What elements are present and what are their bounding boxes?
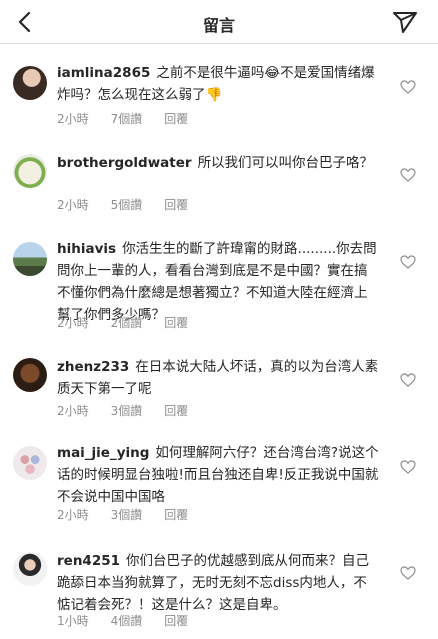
heart-icon[interactable] [400,373,416,387]
comment-time: 1小時 [57,614,89,628]
comment-text-block: zhenz233 在日本说大陆人坏话，真的以为台湾人素质天下第一了呢 [57,356,379,400]
heart-icon[interactable] [400,255,416,269]
comment-likes[interactable]: 3個讚 [111,402,143,419]
comment-meta: 2小時 5個讚 回覆 [57,196,188,213]
heart-icon[interactable] [400,566,416,580]
comment-time: 2小時 [57,316,89,330]
comment-text-block: ren4251 你们台巴子的优越感到底从何而来？自己跪舔日本当狗就算了，无时无刻不… [57,550,379,616]
comment-likes[interactable]: 5個讚 [111,196,143,213]
send-icon[interactable] [392,10,418,34]
comment-text-block: hihiavis 你活生生的斷了許瑋甯的財路.........你去問問你上一輩的人… [57,238,379,326]
reply-button[interactable]: 回覆 [164,402,188,419]
heart-icon[interactable] [400,460,416,474]
reply-button[interactable]: 回覆 [164,196,188,213]
comment-text-block: iamlina2865 之前不是很牛逼吗😂不是爱国情绪爆炸吗？怎么现在这么弱了👎 [57,62,379,106]
comment-time: 2小時 [57,198,89,212]
avatar[interactable] [13,242,47,276]
comment-username[interactable]: mai_jie_ying [57,445,149,461]
comment-username[interactable]: hihiavis [57,241,116,257]
comment-username[interactable]: ren4251 [57,553,120,569]
avatar[interactable] [13,446,47,480]
avatar[interactable] [13,154,47,188]
comment-username[interactable]: iamlina2865 [57,65,150,81]
comment-time: 2小時 [57,508,89,522]
comment-text-block: brothergoldwater 所以我们可以叫你台巴子咯？ [57,152,379,174]
reply-button[interactable]: 回覆 [164,110,188,127]
comment-meta: 2小時 3個讚 回覆 [57,402,188,419]
comment-meta: 2小時 7個讚 回覆 [57,110,188,127]
comment-time: 2小時 [57,112,89,126]
comment-meta: 1小時 4個讚 回覆 [57,612,188,629]
header-bar: 留言 [0,0,438,44]
page-title: 留言 [202,16,235,35]
comment-username[interactable]: brothergoldwater [57,155,192,171]
comment-likes[interactable]: 3個讚 [111,506,143,523]
heart-icon[interactable] [400,80,416,94]
comment-username[interactable]: zhenz233 [57,359,129,375]
comment-likes[interactable]: 4個讚 [111,612,143,629]
comment-likes[interactable]: 7個讚 [111,110,143,127]
reply-button[interactable]: 回覆 [164,612,188,629]
comment-body: 所以我们可以叫你台巴子咯？ [197,155,374,171]
avatar[interactable] [13,358,47,392]
comment-meta: 2小時 3個讚 回覆 [57,506,188,523]
reply-button[interactable]: 回覆 [164,314,188,331]
comment-meta: 2小時 2個讚 回覆 [57,314,188,331]
comment-text-block: mai_jie_ying 如何理解阿六仔？还台湾台湾?说这个话的时候明显台独啦!而… [57,442,379,508]
heart-icon[interactable] [400,168,416,182]
comment-likes[interactable]: 2個讚 [111,314,143,331]
avatar[interactable] [13,66,47,100]
comment-time: 2小時 [57,404,89,418]
reply-button[interactable]: 回覆 [164,506,188,523]
avatar[interactable] [13,552,47,586]
